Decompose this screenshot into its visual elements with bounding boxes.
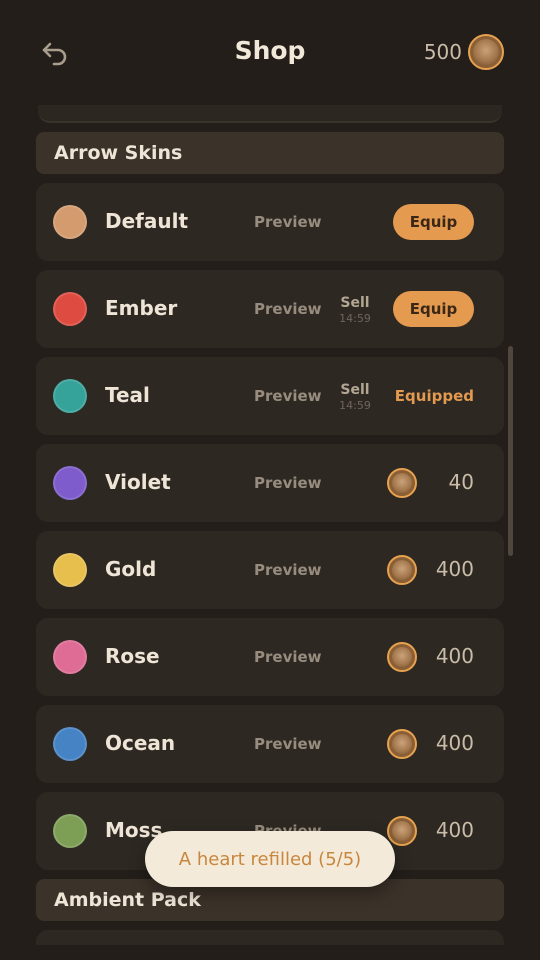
coin-icon — [468, 34, 504, 70]
color-swatch — [53, 727, 87, 761]
coin-icon — [387, 555, 417, 585]
list-item-rose: Rose Preview 400 — [36, 618, 504, 696]
section-title: Arrow Skins — [54, 142, 183, 164]
coin-balance: 500 — [424, 33, 504, 71]
sell-label: Sell — [340, 382, 370, 398]
item-name: Violet — [105, 470, 171, 494]
preview-button[interactable]: Preview — [254, 561, 322, 579]
sell-timer: 14:59 — [339, 312, 371, 325]
item-name: Teal — [105, 383, 150, 407]
preview-button[interactable]: Preview — [254, 387, 322, 405]
coin-icon — [387, 468, 417, 498]
balance-amount: 500 — [423, 40, 462, 64]
sell-timer: 14:59 — [339, 399, 371, 412]
color-swatch — [53, 379, 87, 413]
section-title: Ambient Pack — [54, 889, 201, 911]
buy-price[interactable]: 40 — [449, 470, 474, 494]
item-name: Rose — [105, 644, 160, 668]
preview-button[interactable]: Preview — [254, 300, 322, 318]
buy-price[interactable]: 400 — [436, 644, 474, 668]
list-item-ember: Ember Preview Sell 14:59 Equip — [36, 270, 504, 348]
item-name: Gold — [105, 557, 157, 581]
item-name: Ocean — [105, 731, 176, 755]
equipped-status: Equipped — [394, 387, 474, 405]
list-item-ocean: Ocean Preview 400 — [36, 705, 504, 783]
color-swatch — [53, 292, 87, 326]
buy-price[interactable]: 400 — [436, 557, 474, 581]
buy-price[interactable]: 400 — [436, 731, 474, 755]
list-item-gold: Gold Preview 400 — [36, 531, 504, 609]
sell-label: Sell — [340, 295, 370, 311]
color-swatch — [53, 205, 87, 239]
sell-button[interactable]: Sell 14:59 — [336, 382, 374, 412]
sell-button[interactable]: Sell 14:59 — [336, 295, 374, 325]
toast-message: A heart refilled (5/5) — [178, 848, 362, 870]
color-swatch — [53, 640, 87, 674]
preview-button[interactable]: Preview — [254, 213, 322, 231]
coin-icon — [387, 816, 417, 846]
item-name: Default — [105, 209, 189, 233]
section-header-arrow-skins: Arrow Skins — [36, 132, 504, 174]
color-swatch — [53, 814, 87, 848]
coin-icon — [387, 642, 417, 672]
list-item-violet: Violet Preview 40 — [36, 444, 504, 522]
coin-icon — [387, 729, 417, 759]
preview-button[interactable]: Preview — [254, 474, 322, 492]
previous-section-edge — [38, 105, 502, 123]
buy-price[interactable]: 400 — [436, 818, 474, 842]
toast-notification: A heart refilled (5/5) — [145, 831, 395, 887]
item-name: Ember — [105, 296, 178, 320]
color-swatch — [53, 553, 87, 587]
list-item-teal: Teal Preview Sell 14:59 Equipped — [36, 357, 504, 435]
list-item-default: Default Preview Equip — [36, 183, 504, 261]
equip-button[interactable]: Equip — [393, 204, 474, 240]
color-swatch — [53, 466, 87, 500]
equip-button[interactable]: Equip — [393, 291, 474, 327]
scrollbar-thumb[interactable] — [508, 346, 513, 556]
list-item-partial — [36, 930, 504, 945]
shop-list[interactable]: Arrow Skins Default Preview Equip Ember … — [36, 105, 504, 945]
header-bar: Shop 500 — [0, 0, 540, 105]
preview-button[interactable]: Preview — [254, 648, 322, 666]
preview-button[interactable]: Preview — [254, 735, 322, 753]
